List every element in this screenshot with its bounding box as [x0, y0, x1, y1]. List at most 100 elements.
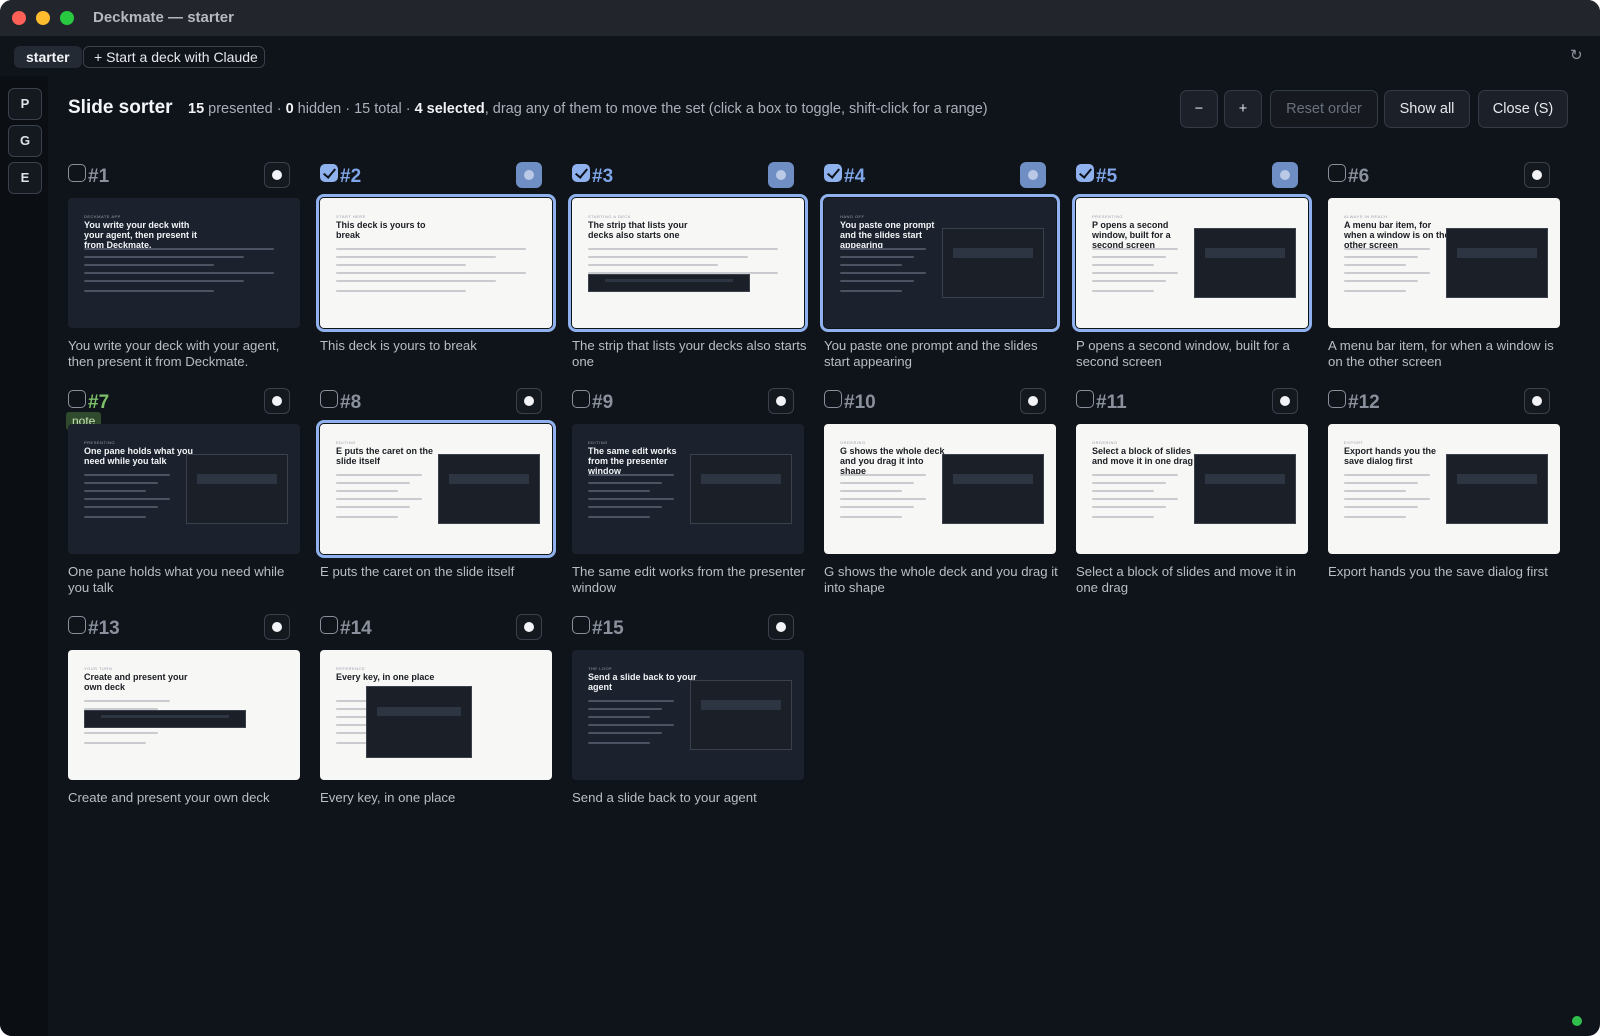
thumbnail-text-line [588, 700, 674, 702]
slide-visibility-toggle[interactable] [768, 614, 794, 640]
slide-visibility-toggle[interactable] [264, 388, 290, 414]
zoom-window-button[interactable] [60, 11, 74, 25]
slide-select-checkbox[interactable] [1076, 390, 1094, 408]
slide-card[interactable]: #4 HAND OFF You paste one prompt and the s… [816, 158, 1060, 369]
thumbnail-text-line [84, 506, 158, 508]
slide-visibility-toggle[interactable] [768, 388, 794, 414]
slide-select-checkbox[interactable] [824, 164, 842, 182]
slide-thumbnail[interactable]: START HERE This deck is yours to break [316, 194, 556, 332]
thumbnail-screenshot [1194, 454, 1296, 524]
tab-starter[interactable]: starter [14, 46, 82, 68]
thumbnail-text-line [588, 474, 674, 476]
slide-thumbnail[interactable]: PRESENTING P opens a second window, built… [1072, 194, 1312, 332]
slide-select-checkbox[interactable] [1328, 164, 1346, 182]
drag-hint: , drag any of them to move the set (clic… [484, 101, 988, 117]
zoom-in-button[interactable]: + [1224, 90, 1262, 128]
slide-visibility-toggle[interactable] [1272, 388, 1298, 414]
slide-thumbnail[interactable]: PRESENTING One pane holds what you need w… [68, 424, 300, 554]
slide-caption: One pane holds what you need while you t… [68, 564, 285, 595]
slide-visibility-toggle[interactable] [1020, 162, 1046, 188]
thumbnail-screenshot-content [701, 474, 781, 484]
close-window-button[interactable] [12, 11, 26, 25]
slide-visibility-toggle[interactable] [264, 162, 290, 188]
thumbnail-text-line [1092, 248, 1178, 250]
slide-card[interactable]: #14 REFERENCE Every key, in one place Every… [312, 610, 552, 820]
thumbnail-text-line [588, 256, 748, 258]
slide-card[interactable]: #12 EXPORT Export hands you the save dialo… [1320, 384, 1560, 594]
slide-select-checkbox[interactable] [320, 164, 338, 182]
slide-visibility-toggle[interactable] [1020, 388, 1046, 414]
slide-visibility-toggle[interactable] [1524, 162, 1550, 188]
rail-edit-button[interactable]: E [8, 162, 42, 194]
show-all-button[interactable]: Show all [1384, 90, 1470, 128]
rail-grid-button[interactable]: G [8, 125, 42, 157]
slide-select-checkbox[interactable] [68, 164, 86, 182]
slide-thumbnail[interactable]: EXPORT Export hands you the save dialog f… [1328, 424, 1560, 554]
slide-select-checkbox[interactable] [572, 390, 590, 408]
slide-thumbnail[interactable]: HAND OFF You paste one prompt and the sli… [820, 194, 1060, 332]
thumbnail-screenshot-content [1457, 474, 1537, 484]
thumbnail-text-line [336, 290, 466, 292]
slide-card[interactable]: #5 PRESENTING P opens a second window, bui… [1068, 158, 1312, 369]
slide-thumbnail[interactable]: STARTING A DECK The strip that lists your… [568, 194, 808, 332]
slide-thumbnail[interactable]: YOUR TURN Create and present your own dec… [68, 650, 300, 780]
thumbnail-screenshot-content [377, 706, 461, 717]
slide-card[interactable]: #8 EDITING E puts the caret on the slide i… [312, 384, 556, 594]
slide-card[interactable]: #10 ORDERING G shows the whole deck and yo… [816, 384, 1058, 595]
slide-visibility-toggle[interactable] [516, 388, 542, 414]
slide-thumbnail[interactable]: REFERENCE Every key, in one place [320, 650, 552, 780]
slide-select-checkbox[interactable] [572, 616, 590, 634]
thumbnail-text-line [84, 290, 214, 292]
slide-visibility-toggle[interactable] [264, 614, 290, 640]
slide-card[interactable]: #2 START HERE This deck is yours to break T… [312, 158, 556, 368]
slide-thumbnail[interactable]: ALWAYS IN REACH A menu bar item, for when… [1328, 198, 1560, 328]
slide-card[interactable]: #15 THE LOOP Send a slide back to your age… [564, 610, 804, 820]
slide-thumbnail[interactable]: THE LOOP Send a slide back to your agent [572, 650, 804, 780]
slide-select-checkbox[interactable] [320, 616, 338, 634]
slide-thumbnail[interactable]: ORDERING G shows the whole deck and you d… [824, 424, 1056, 554]
slide-card[interactable]: #7 note PRESENTING One pane holds what you … [60, 384, 300, 595]
slide-select-checkbox[interactable] [1328, 390, 1346, 408]
reset-order-button[interactable]: Reset order [1270, 90, 1378, 128]
zoom-out-button[interactable]: − [1180, 90, 1218, 128]
slide-card[interactable]: #11 ORDERING Select a block of slides and … [1068, 384, 1308, 595]
thumbnail-text-line [840, 290, 902, 292]
slide-card[interactable]: #9 EDITING The same edit works from the pr… [564, 384, 805, 595]
reload-icon[interactable]: ↻ [1570, 48, 1586, 64]
slide-visibility-toggle[interactable] [516, 162, 542, 188]
start-deck-button[interactable]: + Start a deck with Claude [83, 46, 265, 68]
rail-present-button[interactable]: P [8, 88, 42, 120]
connection-status-icon [1572, 1016, 1582, 1026]
slide-thumbnail[interactable]: EDITING The same edit works from the pres… [572, 424, 804, 554]
thumbnail-text-line [336, 498, 422, 500]
slide-thumbnail[interactable]: DECKMATE APP You write your deck with you… [68, 198, 300, 328]
thumbnail-text-line [336, 506, 410, 508]
slide-card[interactable]: #1 DECKMATE APP You write your deck with y… [60, 158, 300, 369]
close-sorter-button[interactable]: Close (S) [1478, 90, 1568, 128]
slide-select-checkbox[interactable] [1076, 164, 1094, 182]
slide-number: #2 [340, 166, 362, 187]
thumbnail-kicker: DECKMATE APP [84, 214, 121, 219]
thumbnail-kicker: ORDERING [840, 440, 866, 445]
slide-select-checkbox[interactable] [68, 616, 86, 634]
slide-card[interactable]: #13 YOUR TURN Create and present your own … [60, 610, 300, 820]
slide-visibility-toggle[interactable] [1272, 162, 1298, 188]
thumbnail-text-line [84, 700, 170, 702]
thumbnail-kicker: EDITING [336, 440, 356, 445]
slide-visibility-toggle[interactable] [1524, 388, 1550, 414]
thumbnail-screenshot [942, 228, 1044, 298]
slide-select-checkbox[interactable] [572, 164, 590, 182]
slide-select-checkbox[interactable] [824, 390, 842, 408]
slide-card[interactable]: #6 ALWAYS IN REACH A menu bar item, for wh… [1320, 158, 1560, 369]
thumbnail-screenshot [588, 274, 750, 292]
slide-thumbnail[interactable]: ORDERING Select a block of slides and mov… [1076, 424, 1308, 554]
thumbnail-text-line [84, 474, 170, 476]
slide-select-checkbox[interactable] [68, 390, 86, 408]
slide-visibility-toggle[interactable] [768, 162, 794, 188]
slide-thumbnail[interactable]: EDITING E puts the caret on the slide its… [316, 420, 556, 558]
slide-card[interactable]: #3 STARTING A DECK The strip that lists yo… [564, 158, 808, 369]
thumbnail-screenshot-content [953, 248, 1033, 258]
minimize-window-button[interactable] [36, 11, 50, 25]
slide-select-checkbox[interactable] [320, 390, 338, 408]
slide-visibility-toggle[interactable] [516, 614, 542, 640]
